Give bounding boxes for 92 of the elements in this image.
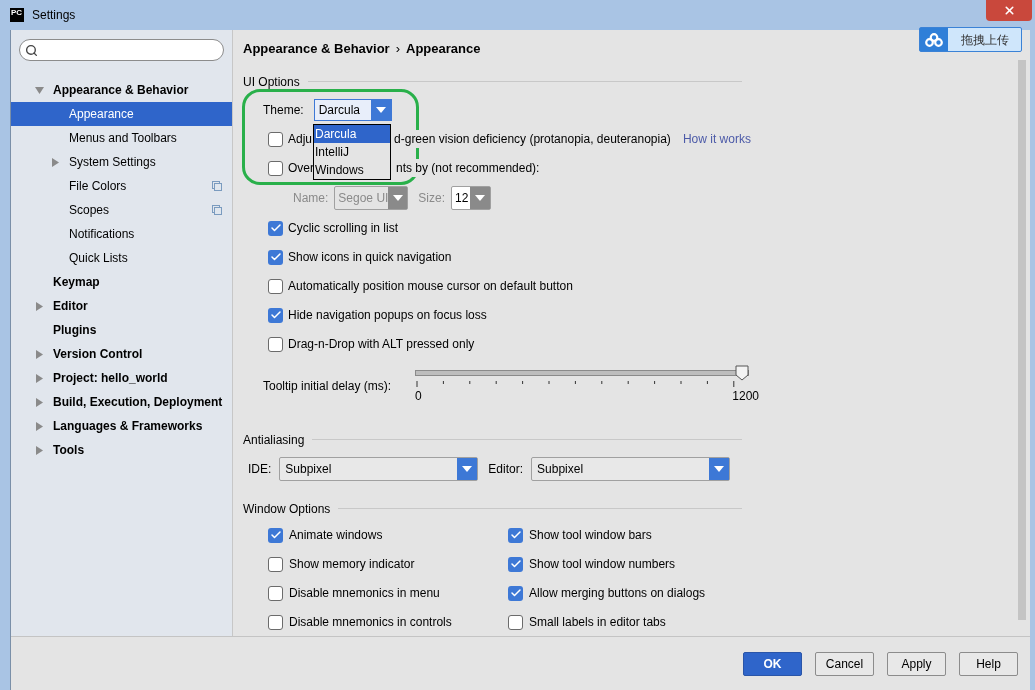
theme-option[interactable]: Windows	[314, 160, 390, 179]
close-icon	[1002, 4, 1016, 17]
sidebar-item[interactable]: Appearance	[11, 102, 232, 126]
checkbox-label: Show memory indicator	[289, 556, 415, 573]
sidebar-item[interactable]: System Settings	[11, 150, 232, 174]
slider-thumb[interactable]	[735, 364, 749, 381]
checkbox-label: Hide navigation popups on focus loss	[288, 307, 487, 324]
sidebar-item[interactable]: Keymap	[11, 270, 232, 294]
sidebar-item[interactable]: Editor	[11, 294, 232, 318]
window-title: Settings	[32, 7, 76, 24]
cloud-icon	[920, 28, 948, 51]
checkbox-label: Over	[288, 160, 314, 177]
theme-combo[interactable]: Darcula	[313, 98, 392, 121]
name-label: Name:	[293, 190, 329, 207]
slider-track[interactable]	[415, 364, 749, 381]
sidebar-item[interactable]: Menus and Toolbars	[11, 126, 232, 150]
sidebar-item[interactable]: Build, Execution, Deployment	[11, 390, 232, 414]
checkbox-label: Automatically position mouse cursor on default button	[288, 278, 573, 295]
scrollbar-thumb[interactable]	[1018, 60, 1026, 620]
app-icon: PC	[10, 8, 24, 22]
close-button[interactable]	[986, 0, 1032, 21]
checkbox[interactable]	[268, 307, 283, 323]
checkbox-label: Animate windows	[289, 527, 383, 544]
checkbox-label: Drag-n-Drop with ALT pressed only	[288, 336, 475, 353]
dialog-button[interactable]: OK	[743, 651, 802, 676]
breadcrumb-item: Appearance & Behavior	[243, 40, 390, 58]
breadcrumb-item: Appearance	[406, 40, 481, 58]
sidebar-item[interactable]: Tools	[11, 438, 232, 462]
collapsed-arrow-icon[interactable]	[35, 301, 44, 311]
checkbox-label: Allow merging buttons on dialogs	[529, 585, 706, 602]
dialog-button[interactable]: Apply	[887, 651, 946, 676]
search-field[interactable]	[19, 39, 224, 61]
antialiasing-combo[interactable]: Subpixel	[531, 456, 731, 481]
sidebar-item[interactable]: Notifications	[11, 222, 232, 246]
checkbox-label: d-green vision deficiency (protanopia, deuteranopia)	[394, 130, 671, 148]
checkbox[interactable]	[508, 556, 523, 572]
checkbox-label: Show tool window bars	[529, 527, 652, 544]
slider-max-label: 1200	[732, 387, 759, 405]
checkbox-label: Show icons in quick navigation	[288, 249, 452, 266]
checkbox[interactable]	[268, 249, 283, 265]
expanded-arrow-icon[interactable]	[35, 85, 44, 95]
checkbox-label: Cyclic scrolling in list	[288, 220, 399, 237]
sidebar-item[interactable]: File Colors	[11, 174, 232, 198]
collapsed-arrow-icon[interactable]	[35, 421, 44, 431]
collapsed-arrow-icon[interactable]	[35, 445, 44, 455]
checkbox-label: nts by (not recommended):	[396, 159, 540, 177]
sidebar-item[interactable]: Languages & Frameworks	[11, 414, 232, 438]
checkbox-label: Show tool window numbers	[529, 556, 676, 573]
checkbox-label: Disable mnemonics in menu	[289, 585, 440, 602]
checkbox[interactable]	[268, 278, 283, 294]
section-title: Antialiasing	[243, 431, 305, 449]
checkbox[interactable]	[268, 220, 283, 236]
collapsed-arrow-icon[interactable]	[35, 373, 44, 383]
slider-label: Tooltip initial delay (ms):	[263, 377, 393, 395]
breadcrumb-separator: ›	[395, 40, 400, 58]
dialog-button[interactable]: Help	[959, 651, 1018, 676]
checkbox[interactable]	[268, 336, 283, 352]
sidebar-item[interactable]: Quick Lists	[11, 246, 232, 270]
checkbox[interactable]	[508, 614, 523, 630]
checkbox-label: Disable mnemonics in controls	[289, 614, 452, 631]
sidebar-item[interactable]: Scopes	[11, 198, 232, 222]
checkbox[interactable]	[268, 614, 283, 630]
checkbox[interactable]	[508, 585, 523, 601]
theme-label: Theme:	[263, 101, 304, 119]
upload-button[interactable]: 拖拽上传	[919, 27, 1022, 52]
collapsed-arrow-icon[interactable]	[35, 349, 44, 359]
theme-option[interactable]: Darcula	[314, 124, 390, 143]
antialiasing-label: Editor:	[488, 460, 524, 478]
checkbox[interactable]	[268, 556, 283, 572]
how-it-works-link[interactable]: How it works	[682, 130, 751, 148]
checkbox[interactable]	[508, 527, 523, 543]
checkbox[interactable]	[268, 131, 283, 147]
sidebar-item[interactable]: Plugins	[11, 318, 232, 342]
checkbox-label: Small labels in editor tabs	[529, 614, 666, 631]
sidebar-item[interactable]: Version Control	[11, 342, 232, 366]
checkbox-label: Adju	[288, 131, 313, 148]
theme-option[interactable]: IntelliJ	[314, 142, 390, 161]
collapsed-arrow-icon[interactable]	[35, 397, 44, 407]
section-title: Window Options	[243, 500, 331, 518]
slider-min-label: 0	[415, 387, 422, 405]
collapsed-arrow-icon[interactable]	[51, 157, 60, 167]
dialog-button[interactable]: Cancel	[815, 651, 874, 676]
checkbox[interactable]	[268, 527, 283, 543]
antialiasing-combo[interactable]: Subpixel	[279, 456, 479, 481]
checkbox[interactable]	[268, 585, 283, 601]
sidebar-item[interactable]: Project: hello_world	[11, 366, 232, 390]
antialiasing-label: IDE:	[248, 460, 272, 478]
section-title: UI Options	[243, 73, 300, 91]
checkbox[interactable]	[268, 160, 283, 176]
size-label: Size:	[418, 190, 446, 207]
search-icon	[25, 43, 38, 57]
sidebar-item[interactable]: Appearance & Behavior	[11, 78, 232, 102]
